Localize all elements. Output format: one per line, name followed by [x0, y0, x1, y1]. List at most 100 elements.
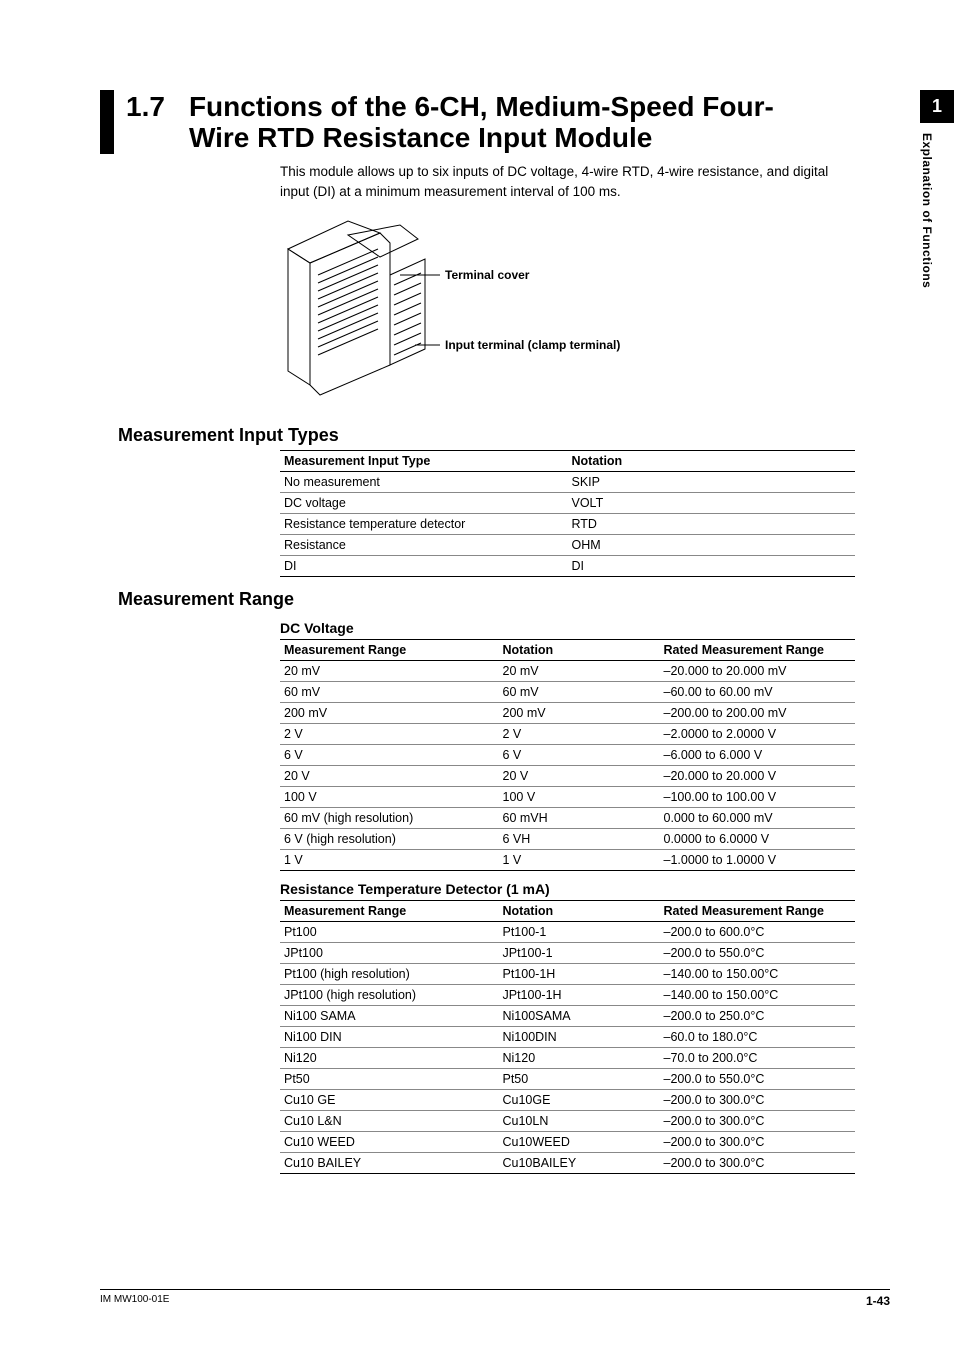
- table-row: 20 mV20 mV–20.000 to 20.000 mV: [280, 661, 855, 682]
- table-cell: 200 mV: [280, 703, 499, 724]
- table-cell: 6 V: [280, 745, 499, 766]
- table-cell: –200.00 to 200.00 mV: [660, 703, 856, 724]
- table-cell: Cu10 L&N: [280, 1111, 499, 1132]
- table-cell: 60 mVH: [499, 808, 660, 829]
- heading-range: Measurement Range: [118, 589, 820, 610]
- intro-text: This module allows up to six inputs of D…: [280, 162, 850, 201]
- page-footer: IM MW100-01E 1-43: [100, 1289, 890, 1308]
- table-row: Cu10 BAILEYCu10BAILEY–200.0 to 300.0°C: [280, 1153, 855, 1174]
- table-cell: –140.00 to 150.00°C: [660, 964, 856, 985]
- section-number: 1.7: [126, 90, 165, 123]
- section-header: 1.7 Functions of the 6-CH, Medium-Speed …: [100, 90, 820, 154]
- module-diagram: Terminal cover Input terminal (clamp ter…: [280, 215, 820, 405]
- table-cell: –200.0 to 250.0°C: [660, 1006, 856, 1027]
- table-cell: Ni100SAMA: [499, 1006, 660, 1027]
- table-cell: –200.0 to 550.0°C: [660, 1069, 856, 1090]
- callout-terminal-cover: Terminal cover: [445, 268, 530, 282]
- table-cell: 60 mV: [499, 682, 660, 703]
- table-row: JPt100 (high resolution)JPt100-1H–140.00…: [280, 985, 855, 1006]
- table-cell: Ni120: [280, 1048, 499, 1069]
- th: Rated Measurement Range: [660, 640, 856, 661]
- table-cell: 6 V: [499, 745, 660, 766]
- table-cell: 20 mV: [499, 661, 660, 682]
- section-title: Functions of the 6-CH, Medium-Speed Four…: [189, 90, 820, 154]
- table-cell: JPt100: [280, 943, 499, 964]
- table-cell: Cu10GE: [499, 1090, 660, 1111]
- table-row: Ni120Ni120–70.0 to 200.0°C: [280, 1048, 855, 1069]
- table-row: No measurementSKIP: [280, 472, 855, 493]
- table-cell: 1 V: [499, 850, 660, 871]
- table-row: 20 V20 V–20.000 to 20.000 V: [280, 766, 855, 787]
- table-rtd: Measurement Range Notation Rated Measure…: [280, 900, 855, 1174]
- table-cell: –100.00 to 100.00 V: [660, 787, 856, 808]
- table-cell: 200 mV: [499, 703, 660, 724]
- table-cell: Ni120: [499, 1048, 660, 1069]
- table-cell: –60.00 to 60.00 mV: [660, 682, 856, 703]
- table-cell: –200.0 to 300.0°C: [660, 1111, 856, 1132]
- table-cell: –60.0 to 180.0°C: [660, 1027, 856, 1048]
- th: Notation: [499, 901, 660, 922]
- section-bar: [100, 90, 114, 154]
- table-cell: –6.000 to 6.000 V: [660, 745, 856, 766]
- table-row: Pt100Pt100-1–200.0 to 600.0°C: [280, 922, 855, 943]
- table-cell: Resistance temperature detector: [280, 514, 568, 535]
- table-cell: Ni100 DIN: [280, 1027, 499, 1048]
- table-cell: 100 V: [499, 787, 660, 808]
- heading-rtd: Resistance Temperature Detector (1 mA): [280, 881, 820, 897]
- table-cell: 100 V: [280, 787, 499, 808]
- table-row: Pt50Pt50–200.0 to 550.0°C: [280, 1069, 855, 1090]
- table-cell: 20 mV: [280, 661, 499, 682]
- table-cell: JPt100-1H: [499, 985, 660, 1006]
- table-cell: Pt100: [280, 922, 499, 943]
- table-input-types: Measurement Input Type Notation No measu…: [280, 450, 855, 577]
- table-cell: 2 V: [499, 724, 660, 745]
- table-cell: –200.0 to 300.0°C: [660, 1090, 856, 1111]
- table-cell: 1 V: [280, 850, 499, 871]
- table-cell: Pt100-1H: [499, 964, 660, 985]
- table-cell: 6 VH: [499, 829, 660, 850]
- table-cell: RTD: [568, 514, 856, 535]
- table-row: 200 mV200 mV–200.00 to 200.00 mV: [280, 703, 855, 724]
- table-cell: 0.0000 to 6.0000 V: [660, 829, 856, 850]
- table-row: 60 mV (high resolution)60 mVH0.000 to 60…: [280, 808, 855, 829]
- table-row: DIDI: [280, 556, 855, 577]
- table-cell: VOLT: [568, 493, 856, 514]
- th: Rated Measurement Range: [660, 901, 856, 922]
- chapter-label: Explanation of Functions: [920, 123, 941, 288]
- th: Notation: [499, 640, 660, 661]
- table-cell: Ni100 SAMA: [280, 1006, 499, 1027]
- table-cell: JPt100 (high resolution): [280, 985, 499, 1006]
- table-cell: –200.0 to 600.0°C: [660, 922, 856, 943]
- th: Measurement Range: [280, 901, 499, 922]
- table-cell: Ni100DIN: [499, 1027, 660, 1048]
- table-cell: No measurement: [280, 472, 568, 493]
- table-row: 60 mV60 mV–60.00 to 60.00 mV: [280, 682, 855, 703]
- table-cell: –70.0 to 200.0°C: [660, 1048, 856, 1069]
- table-cell: Pt50: [280, 1069, 499, 1090]
- table-row: Ni100 DINNi100DIN–60.0 to 180.0°C: [280, 1027, 855, 1048]
- table-cell: –200.0 to 550.0°C: [660, 943, 856, 964]
- chapter-number: 1: [920, 90, 954, 123]
- table-cell: SKIP: [568, 472, 856, 493]
- table-row: DC voltageVOLT: [280, 493, 855, 514]
- table-cell: DI: [280, 556, 568, 577]
- table-cell: –20.000 to 20.000 V: [660, 766, 856, 787]
- table-cell: –200.0 to 300.0°C: [660, 1153, 856, 1174]
- table-row: Cu10 GECu10GE–200.0 to 300.0°C: [280, 1090, 855, 1111]
- table-cell: DI: [568, 556, 856, 577]
- table-cell: Cu10LN: [499, 1111, 660, 1132]
- table-cell: 60 mV: [280, 682, 499, 703]
- table-cell: 20 V: [280, 766, 499, 787]
- table-cell: Resistance: [280, 535, 568, 556]
- table-row: Ni100 SAMANi100SAMA–200.0 to 250.0°C: [280, 1006, 855, 1027]
- table-cell: 20 V: [499, 766, 660, 787]
- table-row: ResistanceOHM: [280, 535, 855, 556]
- table-cell: –1.0000 to 1.0000 V: [660, 850, 856, 871]
- table-cell: 6 V (high resolution): [280, 829, 499, 850]
- table-row: 2 V2 V–2.0000 to 2.0000 V: [280, 724, 855, 745]
- table-row: 1 V1 V–1.0000 to 1.0000 V: [280, 850, 855, 871]
- table-cell: 0.000 to 60.000 mV: [660, 808, 856, 829]
- table-cell: OHM: [568, 535, 856, 556]
- table-row: JPt100JPt100-1–200.0 to 550.0°C: [280, 943, 855, 964]
- heading-input-types: Measurement Input Types: [118, 425, 820, 446]
